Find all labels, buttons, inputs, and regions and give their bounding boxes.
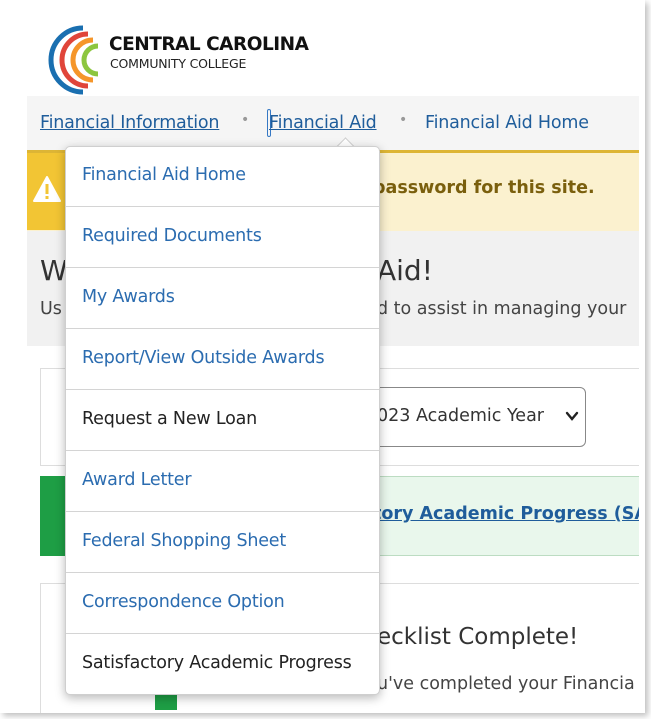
checklist-subtitle: u've completed your Financia [377,674,635,694]
breadcrumb-financial-aid[interactable]: Financial Aid [269,113,377,133]
logo-subtitle: COMMUNITY COLLEGE [110,56,247,71]
chevron-down-icon [565,411,579,421]
menu-item-outside-awards[interactable]: Report/View Outside Awards [66,330,379,390]
menu-item-award-letter[interactable]: Award Letter [66,452,379,512]
breadcrumb-separator: • [241,112,250,128]
award-year-value: 023 Academic Year [377,406,544,426]
breadcrumb-financial-aid-home[interactable]: Financial Aid Home [425,113,589,133]
breadcrumb-financial-information[interactable]: Financial Information [40,113,219,133]
welcome-title: W [40,254,68,287]
menu-item-my-awards[interactable]: My Awards [66,269,379,329]
financial-aid-dropdown: Financial Aid Home Required Documents My… [65,146,380,695]
menu-item-required-documents[interactable]: Required Documents [66,208,379,268]
menu-item-shopping-sheet[interactable]: Federal Shopping Sheet [66,513,379,573]
alert-text: password for this site. [373,178,595,198]
welcome-subtitle-end: d to assist in managing your [377,299,627,319]
menu-item-request-loan[interactable]: Request a New Loan [66,391,379,451]
window: CENTRAL CAROLINA COMMUNITY COLLEGE Finan… [0,0,645,713]
alert-icon-box [27,153,65,230]
menu-item-financial-aid-home[interactable]: Financial Aid Home [66,147,379,207]
menu-item-correspondence[interactable]: Correspondence Option [66,574,379,634]
logo-name: CENTRAL CAROLINA [109,34,309,55]
checklist-title: ecklist Complete! [377,624,579,650]
sap-link[interactable]: tory Academic Progress (SAP [373,504,639,524]
welcome-subtitle: Us [40,299,62,319]
warning-icon [33,176,61,202]
breadcrumb-separator: • [399,112,408,128]
menu-item-sap[interactable]: Satisfactory Academic Progress [66,635,379,695]
welcome-title-end: Aid! [377,254,433,287]
